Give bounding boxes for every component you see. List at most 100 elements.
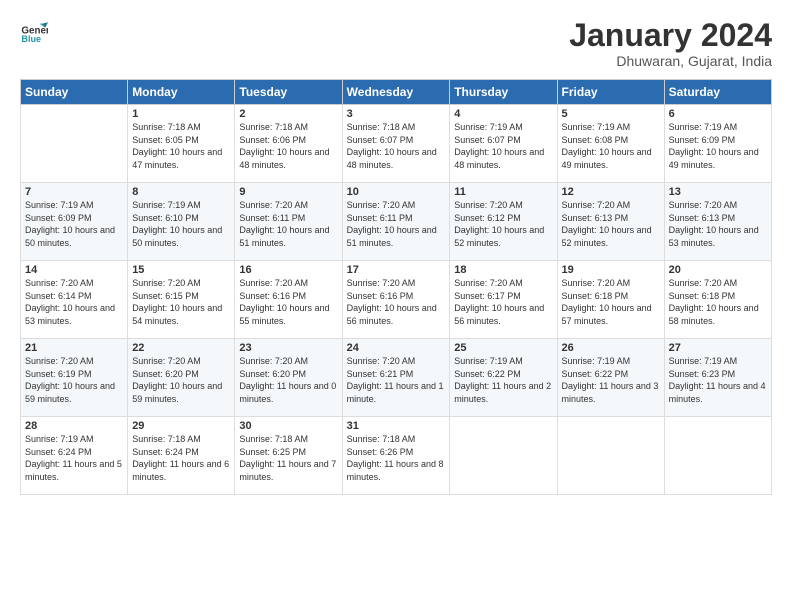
day-number: 19 [562,264,660,276]
table-row: 30Sunrise: 7:18 AMSunset: 6:25 PMDayligh… [235,417,342,495]
day-info: Sunrise: 7:19 AMSunset: 6:23 PMDaylight:… [669,355,767,405]
day-number: 6 [669,108,767,120]
table-row: 18Sunrise: 7:20 AMSunset: 6:17 PMDayligh… [450,261,557,339]
day-info: Sunrise: 7:20 AMSunset: 6:16 PMDaylight:… [239,277,337,327]
day-number: 24 [347,342,446,354]
day-info: Sunrise: 7:20 AMSunset: 6:12 PMDaylight:… [454,199,552,249]
calendar-week-row: 7Sunrise: 7:19 AMSunset: 6:09 PMDaylight… [21,183,772,261]
day-number: 4 [454,108,552,120]
table-row: 28Sunrise: 7:19 AMSunset: 6:24 PMDayligh… [21,417,128,495]
day-number: 17 [347,264,446,276]
day-number: 30 [239,420,337,432]
table-row: 19Sunrise: 7:20 AMSunset: 6:18 PMDayligh… [557,261,664,339]
day-number: 13 [669,186,767,198]
day-info: Sunrise: 7:20 AMSunset: 6:20 PMDaylight:… [239,355,337,405]
table-row: 4Sunrise: 7:19 AMSunset: 6:07 PMDaylight… [450,105,557,183]
day-number: 23 [239,342,337,354]
day-number: 14 [25,264,123,276]
day-info: Sunrise: 7:20 AMSunset: 6:13 PMDaylight:… [669,199,767,249]
table-row: 6Sunrise: 7:19 AMSunset: 6:09 PMDaylight… [664,105,771,183]
day-number: 3 [347,108,446,120]
day-number: 27 [669,342,767,354]
day-number: 11 [454,186,552,198]
day-number: 25 [454,342,552,354]
month-title: January 2024 [569,18,772,53]
day-info: Sunrise: 7:19 AMSunset: 6:09 PMDaylight:… [25,199,123,249]
location-subtitle: Dhuwaran, Gujarat, India [569,53,772,69]
table-row [450,417,557,495]
day-info: Sunrise: 7:19 AMSunset: 6:24 PMDaylight:… [25,433,123,483]
day-info: Sunrise: 7:19 AMSunset: 6:07 PMDaylight:… [454,121,552,171]
day-info: Sunrise: 7:20 AMSunset: 6:11 PMDaylight:… [347,199,446,249]
calendar-week-row: 21Sunrise: 7:20 AMSunset: 6:19 PMDayligh… [21,339,772,417]
table-row: 20Sunrise: 7:20 AMSunset: 6:18 PMDayligh… [664,261,771,339]
day-number: 5 [562,108,660,120]
day-number: 18 [454,264,552,276]
day-info: Sunrise: 7:20 AMSunset: 6:13 PMDaylight:… [562,199,660,249]
calendar-week-row: 1Sunrise: 7:18 AMSunset: 6:05 PMDaylight… [21,105,772,183]
table-row: 31Sunrise: 7:18 AMSunset: 6:26 PMDayligh… [342,417,450,495]
table-row: 16Sunrise: 7:20 AMSunset: 6:16 PMDayligh… [235,261,342,339]
col-sunday: Sunday [21,80,128,105]
day-info: Sunrise: 7:19 AMSunset: 6:08 PMDaylight:… [562,121,660,171]
col-friday: Friday [557,80,664,105]
day-info: Sunrise: 7:18 AMSunset: 6:25 PMDaylight:… [239,433,337,483]
logo-icon: General Blue [20,18,48,46]
table-row: 21Sunrise: 7:20 AMSunset: 6:19 PMDayligh… [21,339,128,417]
day-info: Sunrise: 7:20 AMSunset: 6:16 PMDaylight:… [347,277,446,327]
table-row: 14Sunrise: 7:20 AMSunset: 6:14 PMDayligh… [21,261,128,339]
table-row: 26Sunrise: 7:19 AMSunset: 6:22 PMDayligh… [557,339,664,417]
table-row: 10Sunrise: 7:20 AMSunset: 6:11 PMDayligh… [342,183,450,261]
calendar-week-row: 28Sunrise: 7:19 AMSunset: 6:24 PMDayligh… [21,417,772,495]
day-info: Sunrise: 7:20 AMSunset: 6:18 PMDaylight:… [669,277,767,327]
day-number: 9 [239,186,337,198]
day-info: Sunrise: 7:18 AMSunset: 6:26 PMDaylight:… [347,433,446,483]
table-row: 3Sunrise: 7:18 AMSunset: 6:07 PMDaylight… [342,105,450,183]
calendar-header-row: Sunday Monday Tuesday Wednesday Thursday… [21,80,772,105]
day-number: 31 [347,420,446,432]
calendar-table: Sunday Monday Tuesday Wednesday Thursday… [20,79,772,495]
day-number: 7 [25,186,123,198]
day-number: 1 [132,108,230,120]
table-row: 2Sunrise: 7:18 AMSunset: 6:06 PMDaylight… [235,105,342,183]
day-number: 21 [25,342,123,354]
day-number: 20 [669,264,767,276]
table-row: 7Sunrise: 7:19 AMSunset: 6:09 PMDaylight… [21,183,128,261]
table-row [664,417,771,495]
table-row: 13Sunrise: 7:20 AMSunset: 6:13 PMDayligh… [664,183,771,261]
day-info: Sunrise: 7:20 AMSunset: 6:19 PMDaylight:… [25,355,123,405]
table-row: 15Sunrise: 7:20 AMSunset: 6:15 PMDayligh… [128,261,235,339]
day-number: 15 [132,264,230,276]
col-wednesday: Wednesday [342,80,450,105]
day-number: 28 [25,420,123,432]
col-thursday: Thursday [450,80,557,105]
day-info: Sunrise: 7:18 AMSunset: 6:05 PMDaylight:… [132,121,230,171]
table-row: 1Sunrise: 7:18 AMSunset: 6:05 PMDaylight… [128,105,235,183]
svg-text:Blue: Blue [21,34,41,44]
day-info: Sunrise: 7:20 AMSunset: 6:21 PMDaylight:… [347,355,446,405]
day-info: Sunrise: 7:20 AMSunset: 6:15 PMDaylight:… [132,277,230,327]
day-info: Sunrise: 7:20 AMSunset: 6:14 PMDaylight:… [25,277,123,327]
table-row: 25Sunrise: 7:19 AMSunset: 6:22 PMDayligh… [450,339,557,417]
day-info: Sunrise: 7:20 AMSunset: 6:11 PMDaylight:… [239,199,337,249]
day-info: Sunrise: 7:18 AMSunset: 6:24 PMDaylight:… [132,433,230,483]
table-row [21,105,128,183]
table-row [557,417,664,495]
table-row: 12Sunrise: 7:20 AMSunset: 6:13 PMDayligh… [557,183,664,261]
day-number: 22 [132,342,230,354]
day-number: 10 [347,186,446,198]
day-info: Sunrise: 7:19 AMSunset: 6:09 PMDaylight:… [669,121,767,171]
page-header: General Blue January 2024 Dhuwaran, Guja… [20,18,772,69]
table-row: 27Sunrise: 7:19 AMSunset: 6:23 PMDayligh… [664,339,771,417]
day-number: 29 [132,420,230,432]
day-info: Sunrise: 7:19 AMSunset: 6:22 PMDaylight:… [454,355,552,405]
day-info: Sunrise: 7:19 AMSunset: 6:10 PMDaylight:… [132,199,230,249]
col-monday: Monday [128,80,235,105]
title-block: January 2024 Dhuwaran, Gujarat, India [569,18,772,69]
logo: General Blue [20,18,48,46]
day-info: Sunrise: 7:20 AMSunset: 6:17 PMDaylight:… [454,277,552,327]
table-row: 11Sunrise: 7:20 AMSunset: 6:12 PMDayligh… [450,183,557,261]
day-info: Sunrise: 7:18 AMSunset: 6:07 PMDaylight:… [347,121,446,171]
table-row: 8Sunrise: 7:19 AMSunset: 6:10 PMDaylight… [128,183,235,261]
table-row: 17Sunrise: 7:20 AMSunset: 6:16 PMDayligh… [342,261,450,339]
